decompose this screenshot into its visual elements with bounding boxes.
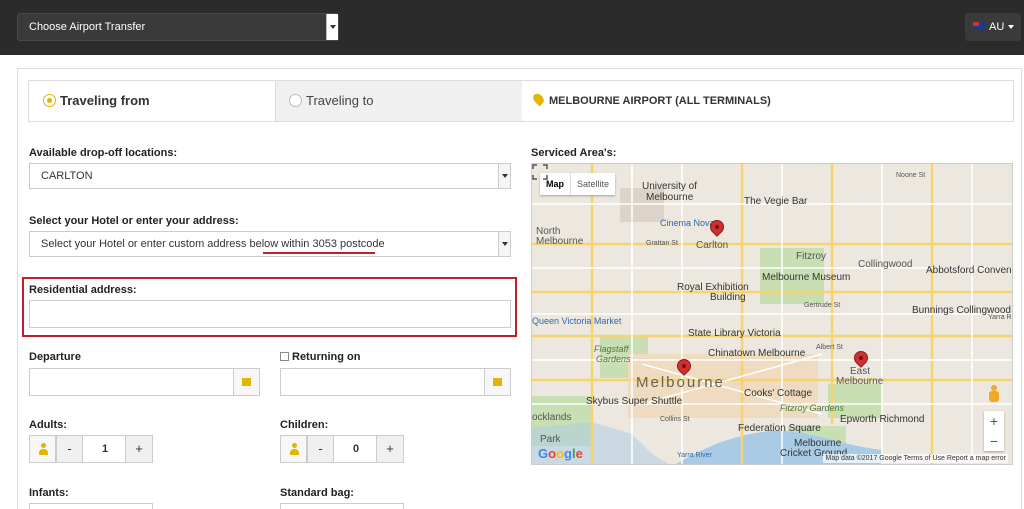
map-label: Carlton [696, 240, 729, 251]
tab-traveling-to[interactable]: Traveling to [276, 81, 522, 121]
adults-value[interactable]: 1 [84, 436, 126, 462]
chevron-down-icon[interactable] [326, 14, 338, 40]
chevron-down-icon[interactable] [498, 164, 510, 188]
map-title: Serviced Area's: [531, 147, 617, 159]
calendar-icon[interactable] [233, 369, 259, 395]
departure-date-input[interactable] [29, 368, 260, 396]
map-label: Cooks' Cottage [744, 388, 813, 399]
map-label: University of [642, 181, 698, 192]
map-label: Noone St [896, 172, 926, 179]
top-bar: Choose Airport Transfer AU [0, 0, 1024, 55]
zoom-control: + − [984, 411, 1004, 451]
departure-label: Departure [29, 351, 81, 363]
fullscreen-icon[interactable] [532, 164, 548, 180]
map-label: State Library Victoria [688, 328, 781, 339]
map-label: Skybus Super Shuttle [586, 396, 683, 407]
map-label: Albert St [816, 344, 843, 351]
person-icon [281, 436, 307, 462]
radio-unselected-icon[interactable] [289, 94, 302, 108]
language-select[interactable]: AU [965, 13, 1021, 41]
zoom-out-button[interactable]: − [984, 431, 1004, 451]
map-label: Melbourne [646, 192, 694, 203]
destination-label: MELBOURNE AIRPORT (ALL TERMINALS) [549, 95, 771, 107]
highlight-underline [263, 252, 375, 254]
dropoff-select[interactable]: CARLTON [29, 163, 511, 189]
calendar-icon[interactable] [484, 369, 510, 395]
children-stepper: - 0 + [280, 435, 404, 463]
street-view-icon[interactable] [988, 385, 1000, 403]
map-label: Yarra R [988, 314, 1012, 321]
hotel-value: Select your Hotel or enter custom addres… [41, 238, 385, 250]
adults-minus-button[interactable]: - [56, 436, 83, 462]
map-label: Park [540, 434, 561, 445]
direction-tabs: Traveling from Traveling to MELBOURNE AI… [28, 80, 1014, 122]
map-label: Epworth Richmond [840, 414, 925, 425]
children-label: Children: [280, 419, 329, 431]
adults-plus-button[interactable]: + [125, 436, 152, 462]
returning-label-text: Returning on [292, 351, 361, 363]
children-value[interactable]: 0 [335, 436, 377, 462]
service-area-map[interactable]: Map Satellite University of Melbourne Cin… [531, 163, 1013, 465]
infants-label: Infants: [29, 487, 69, 499]
transfer-type-value: Choose Airport Transfer [29, 21, 146, 33]
map-label: Yarra River [677, 452, 712, 459]
children-minus-button[interactable]: - [307, 436, 334, 462]
destination-display: MELBOURNE AIRPORT (ALL TERMINALS) [522, 81, 1013, 121]
dropoff-value: CARLTON [41, 170, 93, 182]
person-icon [30, 436, 56, 462]
children-plus-button[interactable]: + [376, 436, 403, 462]
language-value: AU [989, 21, 1005, 33]
map-label: Queen Victoria Market [532, 316, 622, 326]
map-label: The Vegie Bar [744, 196, 808, 207]
map-label: Chinatown Melbourne [708, 348, 806, 359]
map-label: Fitzroy Gardens [780, 403, 845, 413]
tab-traveling-from[interactable]: Traveling from [29, 81, 276, 121]
map-label: Abbotsford Convent [926, 265, 1013, 276]
map-type-control: Map Satellite [540, 173, 616, 195]
returning-checkbox[interactable] [280, 351, 289, 361]
caret-down-icon [1008, 25, 1015, 30]
adults-stepper: - 1 + [29, 435, 153, 463]
map-label: Collins St [660, 416, 690, 423]
dropoff-label: Available drop-off locations: [29, 147, 178, 159]
tab-traveling-from-label: Traveling from [60, 93, 150, 108]
bag-label: Standard bag: [280, 487, 354, 499]
zoom-in-button[interactable]: + [984, 411, 1004, 431]
chevron-down-icon[interactable] [498, 232, 510, 256]
map-label: ocklands [532, 412, 572, 423]
bag-stepper[interactable] [280, 503, 404, 509]
google-logo: Google [538, 446, 583, 461]
map-label: Flagstaff [594, 344, 629, 354]
flag-icon [973, 22, 985, 31]
map-label: Grattan St [646, 240, 678, 247]
map-label: Gertrude St [804, 302, 841, 309]
map-label: Cinema Nova [660, 218, 715, 228]
map-type-satellite-button[interactable]: Satellite [570, 173, 615, 195]
map-label: Collingwood [858, 259, 913, 270]
residential-address-input[interactable] [29, 300, 511, 328]
map-label: Melbourne [636, 374, 725, 391]
map-label: Fitzroy [796, 251, 826, 262]
transfer-type-select[interactable]: Choose Airport Transfer [17, 13, 339, 41]
map-label: Melbourne Museum [762, 272, 851, 283]
infants-stepper[interactable] [29, 503, 153, 509]
tab-traveling-to-label: Traveling to [306, 93, 374, 108]
map-label: Building [710, 292, 746, 303]
hotel-label: Select your Hotel or enter your address: [29, 215, 239, 227]
residential-label: Residential address: [29, 284, 137, 296]
returning-label: Returning on [280, 351, 360, 363]
map-label: Melbourne [836, 376, 884, 387]
adults-label: Adults: [29, 419, 67, 431]
radio-selected-icon[interactable] [43, 94, 56, 108]
map-label: Gardens [596, 354, 631, 364]
map-label: Federation Square [738, 423, 821, 434]
location-pin-icon [531, 91, 546, 107]
map-attribution[interactable]: Map data ©2017 Google Terms of Use Repor… [823, 454, 1008, 463]
map-label: Melbourne [536, 236, 584, 247]
return-date-input[interactable] [280, 368, 511, 396]
